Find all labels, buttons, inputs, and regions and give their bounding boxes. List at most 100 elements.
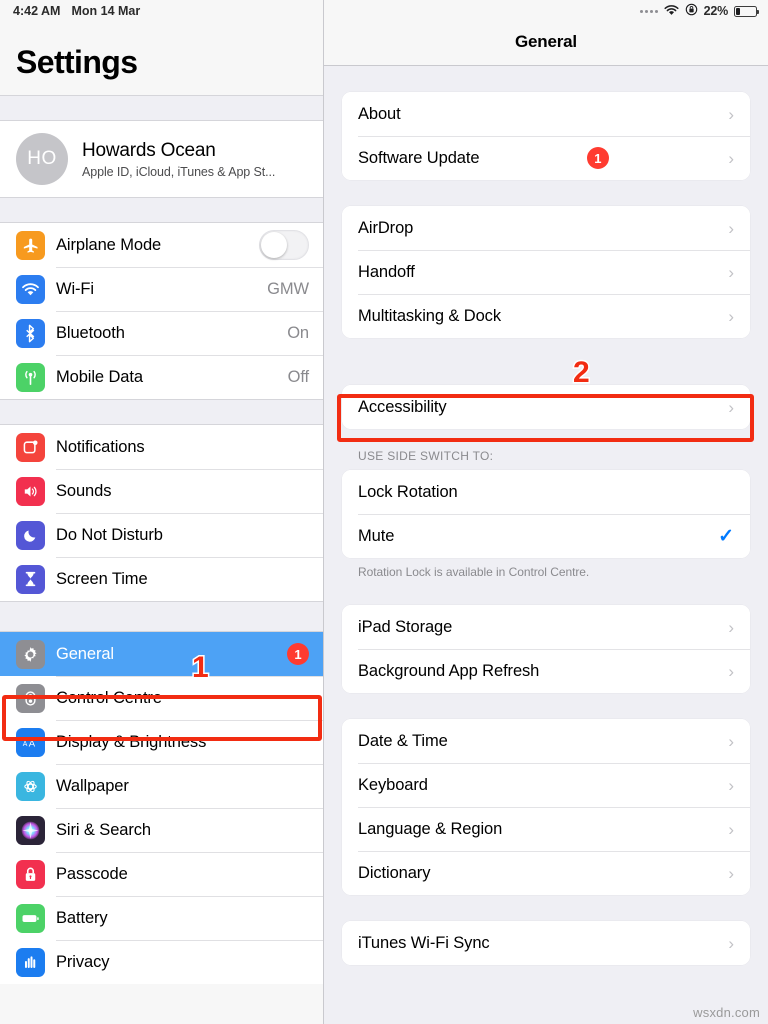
- sidebar-item-siri-search[interactable]: Siri & Search: [0, 808, 323, 852]
- sidebar-item-mobile-data[interactable]: Mobile Data Off: [0, 355, 323, 399]
- sidebar-item-general[interactable]: General 1: [0, 632, 323, 676]
- svg-text:A: A: [23, 740, 28, 747]
- account-text: Howards Ocean Apple ID, iCloud, iTunes &…: [82, 140, 275, 179]
- detail-row-date-time[interactable]: Date & Time ›: [342, 719, 750, 763]
- chevron-right-icon: ›: [728, 148, 734, 168]
- sidebar-item-label: Wallpaper: [56, 776, 129, 795]
- detail-group-accessibility: Accessibility ›: [342, 385, 750, 429]
- detail-row-dictionary[interactable]: Dictionary ›: [342, 851, 750, 895]
- software-update-badge: 1: [586, 147, 609, 169]
- chevron-right-icon: ›: [728, 819, 734, 839]
- detail-row-label: Language & Region: [358, 819, 503, 838]
- detail-row-label: Handoff: [358, 262, 415, 281]
- detail-row-label: Dictionary: [358, 863, 431, 882]
- sidebar-item-label: Wi-Fi: [56, 279, 94, 298]
- detail-row-label: iPad Storage: [358, 617, 453, 636]
- sidebar-item-label: Battery: [56, 908, 108, 927]
- detail-row-mute[interactable]: Mute ✓: [342, 514, 750, 558]
- airplane-mode-toggle[interactable]: [259, 230, 309, 260]
- battery-percent: 22%: [703, 4, 729, 18]
- checkmark-icon: ✓: [718, 525, 734, 547]
- settings-sidebar[interactable]: Settings HO Howards Ocean Apple ID, iClo…: [0, 0, 324, 1024]
- detail-row-itunes-wifi-sync[interactable]: iTunes Wi-Fi Sync ›: [342, 921, 750, 965]
- page-title: Settings: [16, 44, 138, 80]
- sidebar-item-label: Screen Time: [56, 569, 148, 588]
- sidebar-item-label: Sounds: [56, 481, 112, 500]
- chevron-right-icon: ›: [728, 731, 734, 751]
- detail-group-locale: Date & Time › Keyboard › Language & Regi…: [342, 719, 750, 895]
- detail-row-label: Software Update: [358, 148, 480, 167]
- wifi-icon: [664, 4, 679, 19]
- sidebar-item-sounds[interactable]: Sounds: [0, 469, 323, 513]
- hourglass-icon: [16, 564, 45, 594]
- sidebar-item-wallpaper[interactable]: Wallpaper: [0, 764, 323, 808]
- svg-text:A: A: [29, 738, 36, 749]
- privacy-hand-icon: [16, 947, 45, 977]
- sidebar-item-passcode[interactable]: Passcode: [0, 852, 323, 896]
- detail-row-keyboard[interactable]: Keyboard ›: [342, 763, 750, 807]
- avatar: HO: [16, 133, 68, 185]
- sidebar-item-control-centre[interactable]: Control Centre: [0, 676, 323, 720]
- chevron-right-icon: ›: [728, 262, 734, 282]
- detail-group-storage: iPad Storage › Background App Refresh ›: [342, 605, 750, 693]
- sidebar-item-battery[interactable]: Battery: [0, 896, 323, 940]
- general-detail-pane: General About › Software Update 1 › AirD…: [324, 0, 768, 1024]
- detail-group-side-switch: Lock Rotation Mute ✓: [342, 470, 750, 558]
- detail-group-itunes-sync: iTunes Wi-Fi Sync ›: [342, 921, 750, 965]
- detail-row-label: Accessibility: [358, 397, 447, 416]
- chevron-right-icon: ›: [728, 661, 734, 681]
- sidebar-divider-top: [0, 95, 323, 121]
- detail-row-label: Multitasking & Dock: [358, 306, 501, 325]
- status-bar-right: 22%: [639, 3, 768, 19]
- detail-row-handoff[interactable]: Handoff ›: [342, 250, 750, 294]
- detail-row-label: Lock Rotation: [358, 482, 458, 501]
- sidebar-item-notifications[interactable]: Notifications: [0, 425, 323, 469]
- sidebar-item-label: General: [56, 644, 115, 663]
- sidebar-item-label: Display & Brightness: [56, 732, 207, 751]
- chevron-right-icon: ›: [728, 397, 734, 417]
- ipad-settings-screen: 4:42 AM Mon 14 Mar 22% Settings HO Howar…: [0, 0, 768, 1024]
- sidebar-item-do-not-disturb[interactable]: Do Not Disturb: [0, 513, 323, 557]
- chevron-right-icon: ›: [728, 775, 734, 795]
- battery-icon: [16, 903, 45, 933]
- notifications-icon: [16, 432, 45, 462]
- detail-row-multitasking-dock[interactable]: Multitasking & Dock ›: [342, 294, 750, 338]
- detail-group-sharing: AirDrop › Handoff › Multitasking & Dock …: [342, 206, 750, 338]
- watermark: wsxdn.com: [693, 1005, 760, 1020]
- sidebar-item-wifi[interactable]: Wi-Fi GMW: [0, 267, 323, 311]
- detail-row-lock-rotation[interactable]: Lock Rotation: [342, 470, 750, 514]
- wallpaper-icon: [16, 771, 45, 801]
- sidebar-item-privacy[interactable]: Privacy: [0, 940, 323, 984]
- sidebar-item-airplane-mode[interactable]: Airplane Mode: [0, 223, 323, 267]
- display-brightness-icon: A A: [16, 727, 45, 757]
- detail-row-language-region[interactable]: Language & Region ›: [342, 807, 750, 851]
- detail-row-background-app-refresh[interactable]: Background App Refresh ›: [342, 649, 750, 693]
- sidebar-group-alerts: Notifications Sounds Do Not Disturb Scre…: [0, 425, 323, 601]
- sidebar-item-bluetooth[interactable]: Bluetooth On: [0, 311, 323, 355]
- bluetooth-value: On: [287, 323, 309, 342]
- lock-icon: [16, 859, 45, 889]
- sidebar-item-display-brightness[interactable]: A A Display & Brightness: [0, 720, 323, 764]
- sidebar-divider-2: [0, 399, 323, 425]
- detail-row-label: About: [358, 104, 401, 123]
- detail-row-about[interactable]: About ›: [342, 92, 750, 136]
- status-date: Mon 14 Mar: [71, 4, 141, 18]
- detail-row-ipad-storage[interactable]: iPad Storage ›: [342, 605, 750, 649]
- sidebar-item-screen-time[interactable]: Screen Time: [0, 557, 323, 601]
- sidebar-divider-1: [0, 197, 323, 223]
- detail-row-airdrop[interactable]: AirDrop ›: [342, 206, 750, 250]
- sidebar-divider-3: [0, 601, 323, 632]
- detail-row-software-update[interactable]: Software Update 1 ›: [342, 136, 750, 180]
- sidebar-item-label: Do Not Disturb: [56, 525, 163, 544]
- sidebar-item-apple-account[interactable]: HO Howards Ocean Apple ID, iCloud, iTune…: [0, 121, 323, 197]
- detail-row-label: Date & Time: [358, 731, 448, 750]
- sidebar-item-label: Siri & Search: [56, 820, 151, 839]
- detail-group-about: About › Software Update 1 ›: [342, 92, 750, 180]
- sidebar-group-system: General 1 Control Centre A A Display & B…: [0, 632, 323, 984]
- sidebar-group-connectivity: Airplane Mode Wi-Fi GMW Bluetooth On Mob…: [0, 223, 323, 399]
- control-centre-icon: [16, 683, 45, 713]
- detail-row-accessibility[interactable]: Accessibility ›: [342, 385, 750, 429]
- speaker-icon: [16, 476, 45, 506]
